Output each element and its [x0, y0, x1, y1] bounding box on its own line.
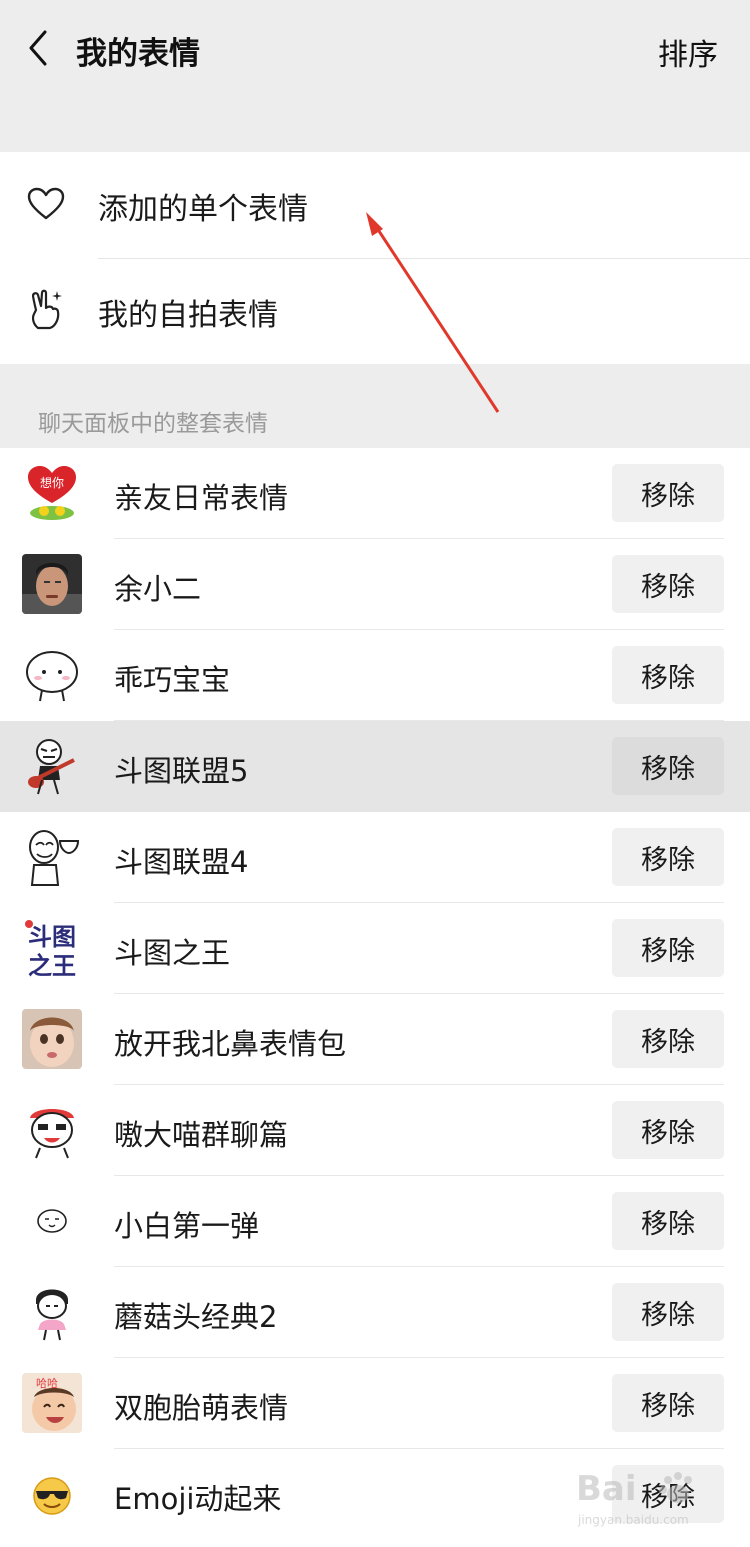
- sticker-pack-list: 想你 亲友日常表情 移除 余小二 移除 乖巧宝宝 移除 斗图联盟5 移除 斗图联…: [0, 448, 750, 1547]
- small-white-face-thumbnail[interactable]: [22, 1191, 82, 1251]
- white-bun-thumbnail[interactable]: [22, 645, 82, 705]
- cat-cartoon-thumbnail[interactable]: [22, 1100, 82, 1160]
- heart-sticker-thumbnail[interactable]: 想你: [22, 463, 82, 523]
- list-item: 蘑菇头经典2 移除: [0, 1267, 750, 1358]
- back-button[interactable]: [18, 26, 58, 70]
- remove-button[interactable]: 移除: [612, 1101, 724, 1159]
- selfie-hand-icon: [26, 288, 66, 332]
- sunglasses-emoji-thumbnail[interactable]: [22, 1464, 82, 1524]
- list-item: 斗图 之王 斗图之王 移除: [0, 903, 750, 994]
- list-item: 余小二 移除: [0, 539, 750, 630]
- list-item: 哈哈 双胞胎萌表情 移除: [0, 1358, 750, 1449]
- back-arrow-icon: [29, 30, 47, 66]
- sticker-pack-name: 亲友日常表情: [114, 481, 289, 515]
- remove-button[interactable]: 移除: [612, 646, 724, 704]
- baby-photo-thumbnail[interactable]: [22, 1009, 82, 1069]
- logo-text-bottom: 之王: [28, 952, 76, 978]
- sticker-pack-name: 嗷大喵群聊篇: [114, 1118, 289, 1152]
- sticker-pack-name: 蘑菇头经典2: [114, 1300, 278, 1334]
- bowl-stickman-thumbnail[interactable]: [22, 827, 82, 887]
- sticker-pack-name: 双胞胎萌表情: [114, 1391, 289, 1425]
- list-item: 小白第一弹 移除: [0, 1176, 750, 1267]
- remove-button[interactable]: 移除: [612, 1010, 724, 1068]
- my-stickers-card: 添加的单个表情 我的自拍表情: [0, 152, 750, 364]
- sticker-pack-name: 余小二: [114, 572, 202, 606]
- logo-text-top: 斗图: [28, 923, 76, 951]
- added-single-stickers-row[interactable]: 添加的单个表情: [0, 152, 750, 259]
- remove-button[interactable]: 移除: [612, 1283, 724, 1341]
- list-item: 乖巧宝宝 移除: [0, 630, 750, 721]
- section-header: 聊天面板中的整套表情: [0, 364, 750, 448]
- sticker-pack-name: 斗图联盟5: [114, 754, 249, 788]
- sort-button[interactable]: 排序: [658, 30, 718, 74]
- sticker-pack-name: 斗图之王: [114, 936, 231, 970]
- sticker-pack-name: 乖巧宝宝: [114, 663, 231, 697]
- sticker-pack-name: 放开我北鼻表情包: [114, 1027, 347, 1061]
- list-item: 嗷大喵群聊篇 移除: [0, 1085, 750, 1176]
- watermark-sub-text: jingyan.baidu.com: [577, 1513, 689, 1527]
- remove-button[interactable]: 移除: [612, 828, 724, 886]
- remove-button[interactable]: 移除: [612, 1192, 724, 1250]
- heart-sticker-text: 想你: [40, 475, 64, 490]
- remove-button[interactable]: 移除: [612, 464, 724, 522]
- remove-button[interactable]: 移除: [612, 919, 724, 977]
- sticker-pack-name: 小白第一弹: [114, 1209, 260, 1243]
- list-item-selected: 斗图联盟5 移除: [0, 721, 750, 812]
- baidu-watermark: Bai jingyan.baidu.com: [572, 1460, 742, 1530]
- mushroom-head-thumbnail[interactable]: [22, 1282, 82, 1342]
- sticker-tag-text: 哈哈: [36, 1377, 58, 1390]
- remove-button[interactable]: 移除: [612, 737, 724, 795]
- guitar-stickman-thumbnail[interactable]: [22, 736, 82, 796]
- top-bar: 我的表情 排序: [0, 0, 750, 152]
- added-single-stickers-label: 添加的单个表情: [98, 192, 308, 227]
- list-item: 放开我北鼻表情包 移除: [0, 994, 750, 1085]
- heart-icon: [26, 182, 66, 226]
- man-photo-thumbnail[interactable]: [22, 554, 82, 614]
- my-selfie-stickers-row[interactable]: 我的自拍表情: [0, 258, 750, 364]
- watermark-main-text: Bai: [576, 1469, 637, 1509]
- page-title: 我的表情: [76, 36, 200, 72]
- twin-baby-photo-thumbnail[interactable]: 哈哈: [22, 1373, 82, 1433]
- sticker-pack-name: 斗图联盟4: [114, 845, 249, 879]
- section-title: 聊天面板中的整套表情: [38, 411, 268, 437]
- text-logo-thumbnail[interactable]: 斗图 之王: [22, 918, 82, 978]
- sticker-pack-name: Emoji动起来: [114, 1482, 282, 1516]
- list-item: 想你 亲友日常表情 移除: [0, 448, 750, 539]
- my-selfie-stickers-label: 我的自拍表情: [98, 298, 278, 333]
- list-item: 斗图联盟4 移除: [0, 812, 750, 903]
- remove-button[interactable]: 移除: [612, 555, 724, 613]
- remove-button[interactable]: 移除: [612, 1374, 724, 1432]
